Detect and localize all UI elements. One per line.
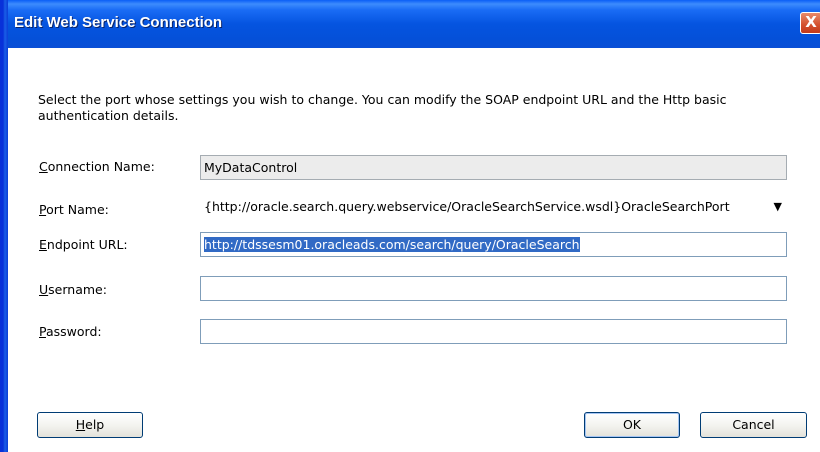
chevron-down-icon[interactable]: ▼	[774, 195, 782, 218]
help-button[interactable]: Help	[37, 412, 143, 438]
close-icon: X	[805, 13, 817, 31]
endpoint-url-input[interactable]: http://tdssesm01.oracleads.com/search/qu…	[200, 232, 787, 257]
endpoint-url-label: Endpoint URL:	[39, 237, 128, 252]
window-title: Edit Web Service Connection	[14, 14, 223, 31]
title-bar[interactable]: Edit Web Service Connection X	[0, 0, 820, 48]
username-label: Username:	[39, 282, 107, 297]
username-input[interactable]	[200, 276, 787, 301]
port-name-select[interactable]: {http://oracle.search.query.webservice/O…	[200, 194, 787, 219]
dialog-body: Select the port whose settings you wish …	[8, 48, 820, 446]
instructions-text: Select the port whose settings you wish …	[38, 92, 727, 123]
connection-name-label: Connection Name:	[39, 159, 155, 174]
password-label: Password:	[39, 324, 102, 339]
edit-web-service-connection-dialog: Edit Web Service Connection X Select the…	[0, 0, 820, 452]
window-frame-left	[0, 0, 8, 452]
connection-name-field[interactable]: MyDataControl	[200, 155, 787, 180]
port-name-label: Port Name:	[39, 202, 109, 217]
password-input[interactable]	[200, 319, 787, 344]
cancel-button[interactable]: Cancel	[700, 412, 807, 438]
ok-button[interactable]: OK	[584, 412, 680, 438]
close-button[interactable]: X	[800, 12, 820, 34]
